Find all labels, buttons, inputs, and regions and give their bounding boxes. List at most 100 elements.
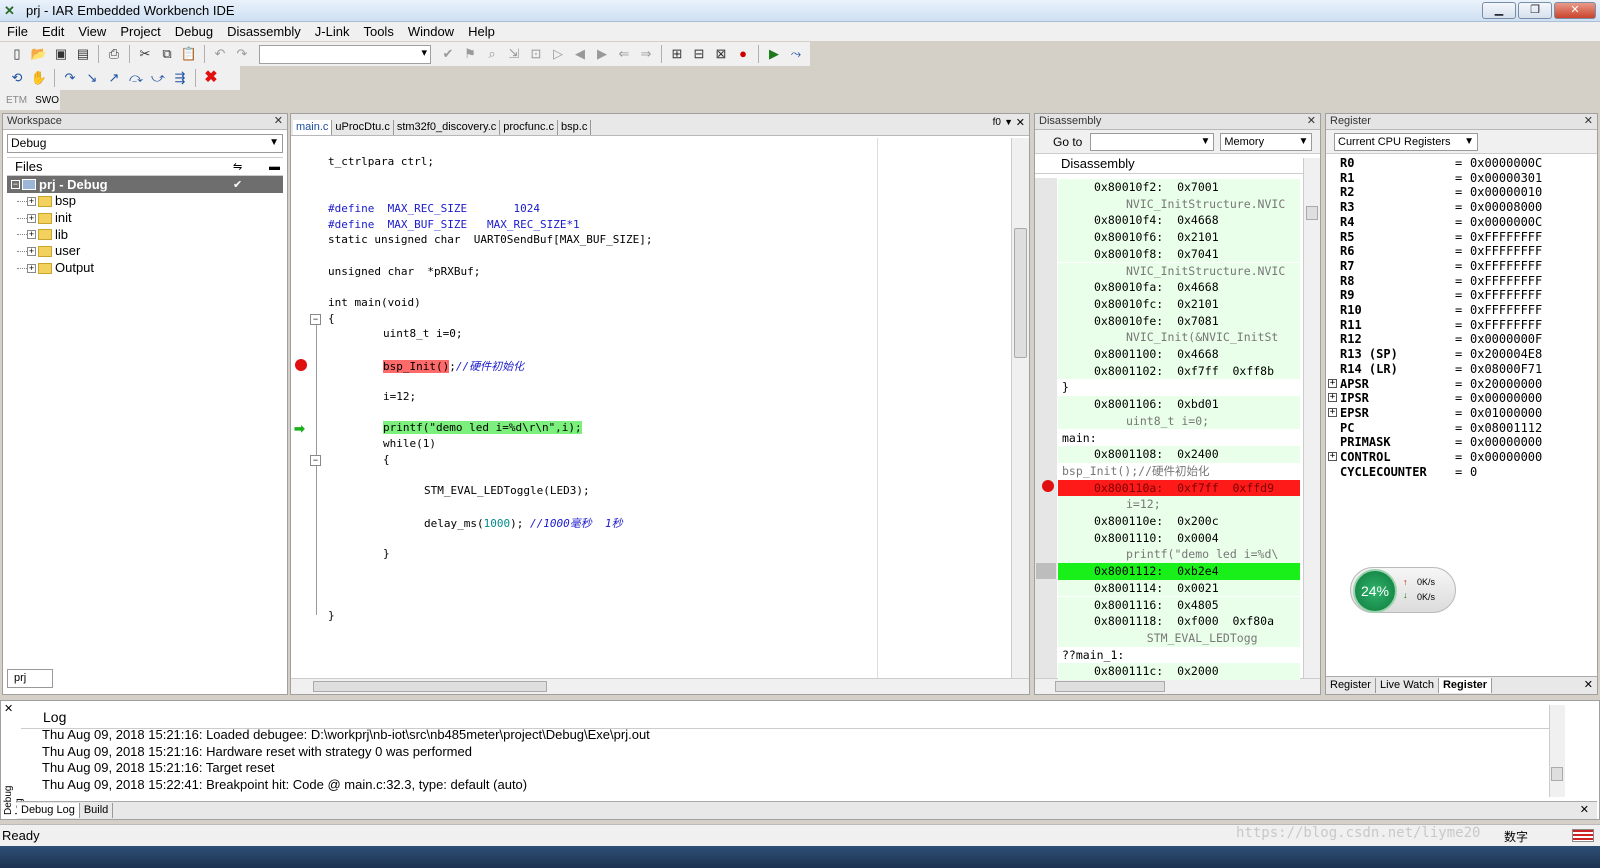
disassembly-instruction[interactable]: 0x80010f2: 0x7001: [1058, 179, 1300, 196]
configuration-select[interactable]: Debug ▼: [7, 134, 283, 153]
register-value[interactable]: 0x01000000: [1470, 406, 1542, 421]
network-monitor-widget[interactable]: 24% ↑ ↓ 0K/s 0K/s: [1350, 567, 1456, 613]
disassembly-instruction[interactable]: 0x8001108: 0x2400: [1058, 446, 1300, 463]
register-row[interactable]: R4 = 0x0000000C: [1340, 215, 1542, 230]
disassembly-horizontal-scrollbar[interactable]: [1035, 678, 1320, 694]
menu-disassembly[interactable]: Disassembly: [220, 24, 308, 39]
code-line[interactable]: int main(void): [328, 296, 421, 309]
restore-button[interactable]: ❐: [1518, 2, 1552, 19]
expand-icon[interactable]: +: [1328, 452, 1337, 461]
code-line[interactable]: static unsigned char UART0SendBuf[MAX_BU…: [328, 233, 653, 246]
disassembly-source-line[interactable]: NVIC_InitStructure.NVIC: [1058, 195, 1300, 213]
disassembly-source-line[interactable]: printf("demo led i=%d\: [1058, 546, 1300, 564]
step-into-icon[interactable]: ↘: [82, 69, 102, 87]
disassembly-instruction[interactable]: 0x80010fa: 0x4668: [1058, 279, 1300, 296]
register-value[interactable]: 0x00000000: [1470, 450, 1542, 465]
code-line[interactable]: STM_EVAL_LEDToggle(LED3);: [424, 484, 590, 497]
register-value[interactable]: 0x200004E8: [1470, 347, 1542, 362]
minimize-button[interactable]: ▁: [1482, 2, 1516, 19]
bookmark-next-icon[interactable]: ▷: [548, 45, 568, 63]
save-all-icon[interactable]: ▤: [73, 45, 93, 63]
redo-icon[interactable]: ↷: [232, 45, 252, 63]
editor-tab[interactable]: procfunc.c: [500, 120, 559, 135]
code-line[interactable]: uint8_t i=0;: [383, 327, 462, 340]
register-row[interactable]: + IPSR = 0x00000000: [1328, 391, 1542, 406]
menu-project[interactable]: Project: [113, 24, 167, 39]
register-value[interactable]: 0x08001112: [1470, 421, 1542, 436]
register-row[interactable]: PRIMASK = 0x00000000: [1340, 435, 1542, 450]
expand-icon[interactable]: +: [27, 196, 36, 206]
print-icon[interactable]: ⎙: [104, 45, 124, 63]
disassembly-source-line[interactable]: i=12;: [1058, 496, 1300, 513]
editor-tab[interactable]: stm32f0_discovery.c: [394, 120, 501, 135]
register-row[interactable]: R6 = 0xFFFFFFFF: [1340, 244, 1542, 259]
code-line[interactable]: while(1): [383, 437, 436, 450]
register-value[interactable]: 0xFFFFFFFF: [1470, 259, 1542, 274]
register-value[interactable]: 0xFFFFFFFF: [1470, 274, 1542, 289]
navigate-forward-icon[interactable]: ▶: [592, 45, 612, 63]
menu-edit[interactable]: Edit: [35, 24, 71, 39]
register-row[interactable]: CYCLECOUNTER = 0: [1340, 465, 1477, 480]
register-value[interactable]: 0x08000F71: [1470, 362, 1542, 377]
tree-group-init[interactable]: + init: [7, 210, 283, 227]
close-button[interactable]: ✕: [1554, 2, 1596, 19]
disassembly-source-line[interactable]: NVIC_InitStructure.NVIC: [1058, 262, 1300, 280]
go-icon[interactable]: ⇶: [170, 69, 190, 87]
find-next-icon[interactable]: ⇲: [504, 45, 524, 63]
breakpoint-icon[interactable]: [295, 359, 307, 371]
expand-icon[interactable]: +: [1328, 378, 1337, 388]
disassembly-instruction[interactable]: 0x800111c: 0x2000: [1058, 663, 1300, 680]
log-tab[interactable]: Debug Log: [17, 803, 80, 818]
disassembly-instruction[interactable]: 0x8001102: 0xf7ff 0xff8b: [1058, 362, 1300, 380]
menu-tools[interactable]: Tools: [356, 24, 400, 39]
close-icon[interactable]: ✕: [274, 114, 283, 129]
register-value[interactable]: 0xFFFFFFFF: [1470, 288, 1542, 303]
disassembly-instruction[interactable]: 0x8001116: 0x4805: [1058, 596, 1300, 614]
fold-marker-while[interactable]: −: [310, 455, 321, 466]
register-group-select[interactable]: Current CPU Registers ▼: [1334, 133, 1478, 151]
register-value[interactable]: 0x00000000: [1470, 435, 1542, 450]
save-icon[interactable]: ▣: [51, 45, 71, 63]
expand-icon[interactable]: +: [27, 213, 36, 223]
register-tab[interactable]: Register: [1326, 678, 1376, 693]
menu-window[interactable]: Window: [401, 24, 461, 39]
cut-icon[interactable]: ✂: [135, 45, 155, 63]
disassembly-instruction[interactable]: 0x80010f6: 0x2101: [1058, 229, 1300, 246]
code-line[interactable]: }: [383, 547, 390, 560]
disassembly-gutter[interactable]: [1035, 178, 1057, 680]
disassembly-instruction[interactable]: 0x8001114: 0x0021: [1058, 579, 1300, 597]
code-line[interactable]: #define MAX_BUF_SIZE MAX_REC_SIZE*1: [328, 218, 580, 231]
register-value[interactable]: 0xFFFFFFFF: [1470, 303, 1542, 318]
register-value[interactable]: 0x0000000C: [1470, 156, 1542, 171]
workspace-tab-prj[interactable]: prj: [7, 669, 53, 688]
find-combo[interactable]: [259, 44, 431, 64]
disassembly-instruction[interactable]: 0x80010f8: 0x7041: [1058, 245, 1300, 263]
stop-build-icon[interactable]: ⊞: [667, 45, 687, 63]
tree-group-bsp[interactable]: + bsp: [7, 193, 283, 210]
register-row[interactable]: R0 = 0x0000000C: [1340, 156, 1542, 171]
navigate-back-icon[interactable]: ◀: [570, 45, 590, 63]
register-value[interactable]: 0x00000301: [1470, 171, 1542, 186]
expand-icon[interactable]: +: [27, 230, 36, 240]
tree-group-lib[interactable]: + lib: [7, 226, 283, 243]
expand-icon[interactable]: +: [1328, 393, 1337, 403]
code-line[interactable]: }: [328, 609, 335, 622]
register-value[interactable]: 0x0000000F: [1470, 332, 1542, 347]
disassembly-label[interactable]: bsp_Init();//硬件初始化: [1058, 463, 1300, 480]
disassembly-instruction[interactable]: 0x80010fc: 0x2101: [1058, 295, 1300, 313]
register-row[interactable]: R5 = 0xFFFFFFFF: [1340, 230, 1542, 245]
register-row[interactable]: R13 (SP) = 0x200004E8: [1340, 347, 1542, 362]
register-tab[interactable]: Live Watch: [1376, 678, 1439, 693]
close-icon[interactable]: ✕: [1584, 114, 1593, 129]
expand-icon[interactable]: +: [27, 246, 36, 256]
tree-group-user[interactable]: + user: [7, 243, 283, 260]
copy-icon[interactable]: ⧉: [157, 45, 177, 63]
stop-debugging-icon[interactable]: ✖: [201, 69, 221, 87]
next-statement-icon[interactable]: ⤼: [126, 69, 146, 87]
open-folder-icon[interactable]: 📂: [29, 45, 49, 63]
step-over-icon[interactable]: ↷: [60, 69, 80, 87]
disassembly-label[interactable]: }: [1058, 379, 1300, 396]
disassembly-label[interactable]: main:: [1058, 430, 1300, 447]
menu-jlink[interactable]: J-Link: [308, 24, 357, 39]
toggle-breakpoint-icon[interactable]: ●: [733, 45, 753, 63]
